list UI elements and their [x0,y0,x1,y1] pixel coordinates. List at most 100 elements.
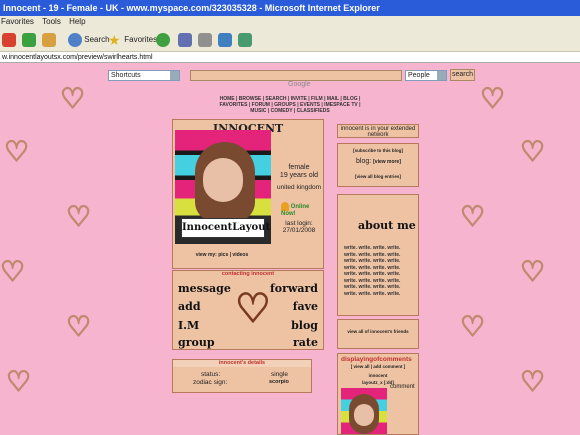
blog-row: blog: [view more] [356,158,401,165]
swirl-heart-icon: ♡ [3,136,30,167]
add-to-group-link[interactable]: group [178,336,215,349]
edit-button[interactable] [218,32,232,48]
comments-links[interactable]: [ view all | add comment ] [338,364,418,369]
instant-message-link[interactable]: I.M [178,319,199,332]
about-line: write. write. write. write. [344,290,401,297]
search-button[interactable]: Search [68,32,110,48]
blog-box: [subscribe to this blog] blog: [view mor… [337,143,419,187]
people-select[interactable]: People [405,70,447,81]
swirl-heart-icon: ♡ [5,366,32,397]
messenger-button[interactable] [238,32,252,48]
network-box: innocent is in your extended network [337,124,419,138]
profile-age: 19 years old [279,172,319,179]
menu-help[interactable]: Help [69,17,85,26]
swirl-heart-icon: ♡ [519,256,546,287]
zodiac-value: scorpio [269,379,289,385]
last-login-label: last login: [285,220,313,227]
swirl-heart-icon: ♡ [519,136,546,167]
mail-icon [178,32,192,47]
menu-favorites[interactable]: Favorites [1,17,34,26]
shortcuts-value: Shortcuts [111,72,141,79]
google-label: Google [288,81,311,88]
mail-button[interactable] [178,32,192,48]
profile-gender: female [288,164,310,171]
about-line: write. write. write. write. [344,245,401,251]
stop-icon [2,32,16,47]
edit-icon [218,32,232,47]
comments-box: displayingofcomments [ view all | add co… [337,353,419,435]
commenter-name[interactable]: innocent [338,373,418,378]
blog-label: blog: [356,158,372,165]
refresh-icon [22,32,36,47]
window-title: Innocent - 19 - Female - UK - www.myspac… [3,3,380,13]
swirl-heart-icon: ♡ [59,83,86,114]
search-submit-label: search [451,71,473,78]
rate-link[interactable]: rate [293,336,318,349]
refresh-button[interactable] [22,32,36,48]
online-person-icon [281,202,289,211]
people-value: People [408,72,430,79]
stop-button[interactable] [2,32,16,48]
network-text: innocent is in your extended network [340,126,416,138]
send-message-link[interactable]: message [178,282,231,295]
view-more-link[interactable]: [view more] [373,159,401,165]
menu-tools[interactable]: Tools [42,17,61,26]
swirl-heart-icon: ♡ [479,83,506,114]
forward-link[interactable]: forward [270,282,318,295]
search-submit-button[interactable]: search [450,69,475,81]
search-input[interactable] [190,70,402,81]
swirl-heart-icon: ♡ [459,311,486,342]
add-fave-link[interactable]: fave [293,300,318,313]
details-header: innocent's details [173,360,311,367]
last-login-date: 27/01/2008 [282,227,316,234]
about-line: write. write. write. write. [344,271,401,277]
favorites-label: Favorites [124,35,158,44]
blog-link[interactable]: blog [291,319,318,332]
window-title-bar: Innocent - 19 - Female - UK - www.myspac… [0,0,580,16]
search-icon [68,32,82,47]
contacting-box: contacting innocent message forward add … [172,270,324,350]
contacting-header: contacting innocent [221,271,275,277]
photo-caption: InnocentLayouts [181,218,271,238]
view-my-links[interactable]: view my: pics | videos [173,252,271,258]
toolbar: Search ★ Favorites [0,28,580,52]
online-now-badge: Online Now! [281,202,323,217]
view-all-blog-link[interactable]: [view all blog entries] [338,174,418,179]
swirl-heart-icon: ♡ [459,201,486,232]
chevron-down-icon [170,71,179,80]
status-label: status: [201,371,221,378]
search-label: Search [84,35,110,44]
site-nav: HOME | BROWSE | SEARCH | INVITE | FILM |… [200,96,380,114]
friends-box: view all of innocent's friends [337,319,419,349]
swirl-heart-icon: ♡ [519,366,546,397]
home-icon [42,32,56,47]
profile-photo[interactable]: InnocentLayouts [175,130,271,244]
home-button[interactable] [42,32,56,48]
print-icon [198,32,212,47]
heart-outline-icon: ♡ [234,287,271,331]
details-box: innocent's details status: single zodiac… [172,359,312,393]
subscribe-link[interactable]: [subscribe to this blog] [338,148,418,153]
comment-text: comment [390,384,415,390]
status-value: single [271,371,288,378]
history-icon [156,32,170,47]
menu-bar: Favorites Tools Help [0,16,580,28]
print-button[interactable] [198,32,212,48]
zodiac-label: zodiac sign: [193,379,228,386]
about-line: write. write. write. write. [344,258,401,264]
shortcuts-select[interactable]: Shortcuts [108,70,180,81]
nav-line[interactable]: MUSIC | COMEDY | CLASSIFIEDS [200,108,380,114]
favorites-button[interactable]: ★ Favorites [108,32,157,48]
history-button[interactable] [156,32,170,48]
about-me-heading: about me [358,219,416,232]
star-icon: ★ [108,31,121,48]
commenter-avatar[interactable] [341,388,387,434]
about-me-box: about me write. write. write. write. wri… [337,194,419,316]
view-all-friends-link[interactable]: view all of innocent's friends [342,329,414,335]
powered-by-google: Google [288,81,311,88]
add-friend-link[interactable]: add [178,300,201,313]
comments-title: displayingofcomments [341,356,412,363]
address-bar[interactable]: w.innocentlayoutsx.com/preview/swirlhear… [0,52,580,63]
chevron-down-icon [437,71,446,80]
swirl-heart-icon: ♡ [0,256,26,287]
